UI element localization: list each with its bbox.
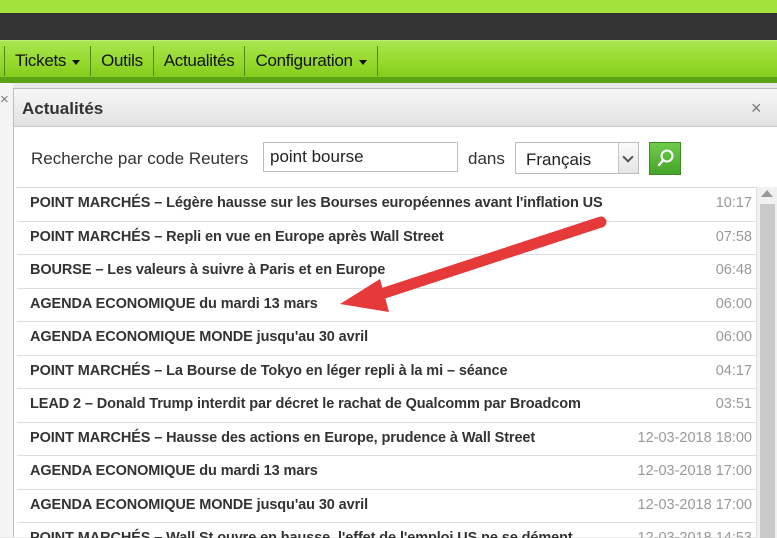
- news-title[interactable]: BOURSE – Les valeurs à suivre à Paris et…: [30, 262, 385, 278]
- news-time: 07:58: [715, 228, 752, 245]
- language-select[interactable]: Français: [515, 142, 639, 174]
- news-time: 10:17: [715, 195, 752, 211]
- news-row[interactable]: POINT MARCHÉS – Repli en vue en Europe a…: [17, 222, 756, 255]
- news-row[interactable]: POINT MARCHÉS – Hausse des actions en Eu…: [17, 423, 756, 456]
- top-accent-bar: [0, 0, 777, 13]
- news-time: 03:51: [715, 396, 752, 412]
- menu-item-label: Tickets: [15, 51, 67, 70]
- news-row[interactable]: POINT MARCHÉS – Wall St ouvre en hausse,…: [17, 523, 756, 538]
- menu-item-label: Actualités: [163, 51, 235, 70]
- menu-item-configuration[interactable]: Configuration: [245, 46, 378, 76]
- dans-label: dans: [468, 149, 505, 168]
- news-title[interactable]: POINT MARCHÉS – La Bourse de Tokyo en lé…: [30, 363, 508, 379]
- search-input[interactable]: [263, 142, 458, 172]
- menu-item-actualites[interactable]: Actualités: [154, 46, 246, 76]
- news-title[interactable]: AGENDA ECONOMIQUE MONDE jusqu'au 30 avri…: [30, 329, 368, 345]
- language-select-value: Français: [526, 150, 592, 169]
- chevron-down-icon[interactable]: [618, 143, 638, 173]
- news-row[interactable]: AGENDA ECONOMIQUE du mardi 13 mars 12-03-…: [17, 456, 756, 490]
- news-title[interactable]: AGENDA ECONOMIQUE du mardi 13 mars: [30, 463, 318, 479]
- news-row[interactable]: AGENDA ECONOMIQUE du mardi 13 mars 06:00: [17, 289, 756, 322]
- news-time: 06:48: [715, 262, 752, 278]
- panel-header: Actualités ×: [14, 89, 777, 127]
- main-menu: Tickets Outils Actualités Configuration: [4, 46, 378, 76]
- menu-item-label: Configuration: [255, 51, 353, 70]
- news-row[interactable]: AGENDA ECONOMIQUE MONDE jusqu'au 30 avri…: [17, 490, 756, 523]
- news-time: 12-03-2018 17:00: [637, 496, 753, 513]
- panel-title: Actualités: [22, 99, 104, 118]
- left-close-icon[interactable]: ×: [0, 91, 9, 108]
- news-list: POINT MARCHÉS – Légère hausse sur les Bo…: [17, 187, 756, 538]
- news-time: 12-03-2018 18:00: [637, 429, 753, 446]
- scrollbar[interactable]: [756, 187, 777, 538]
- news-title[interactable]: POINT MARCHÉS – Légère hausse sur les Bo…: [30, 195, 603, 211]
- search-label: Recherche par code Reuters: [31, 149, 249, 168]
- news-time: 06:00: [715, 295, 752, 312]
- news-title[interactable]: AGENDA ECONOMIQUE MONDE jusqu'au 30 avri…: [30, 497, 368, 513]
- news-title[interactable]: LEAD 2 – Donald Trump interdit par décre…: [30, 396, 581, 412]
- header-dark-bar: [0, 13, 777, 40]
- caret-down-icon: [72, 60, 81, 65]
- news-row[interactable]: LEAD 2 – Donald Trump interdit par décre…: [17, 389, 756, 423]
- news-time: 06:00: [715, 329, 752, 345]
- news-row[interactable]: POINT MARCHÉS – La Bourse de Tokyo en lé…: [17, 356, 756, 389]
- news-time: 12-03-2018 17:00: [637, 463, 753, 479]
- menu-bar-bottom-strip: [0, 77, 777, 83]
- scrollbar-thumb[interactable]: [760, 204, 775, 538]
- search-icon: [657, 149, 674, 167]
- news-row[interactable]: AGENDA ECONOMIQUE MONDE jusqu'au 30 avri…: [17, 322, 756, 356]
- search-button[interactable]: [649, 142, 681, 175]
- menu-item-outils[interactable]: Outils: [91, 46, 154, 76]
- menu-item-label: Outils: [101, 51, 143, 70]
- news-row[interactable]: BOURSE – Les valeurs à suivre à Paris et…: [17, 255, 756, 289]
- close-icon[interactable]: ×: [751, 98, 762, 119]
- news-panel: Actualités × Recherche par code Reuters …: [13, 88, 777, 538]
- left-panel-edge: [0, 83, 13, 537]
- news-title[interactable]: POINT MARCHÉS – Hausse des actions en Eu…: [30, 430, 535, 446]
- menu-item-tickets[interactable]: Tickets: [5, 46, 92, 76]
- scroll-up-arrow-icon[interactable]: [761, 190, 773, 197]
- caret-down-icon: [358, 60, 367, 65]
- news-title[interactable]: AGENDA ECONOMIQUE du mardi 13 mars: [30, 296, 318, 312]
- news-title[interactable]: POINT MARCHÉS – Repli en vue en Europe a…: [30, 229, 444, 245]
- news-time: 04:17: [715, 362, 752, 379]
- news-row[interactable]: POINT MARCHÉS – Légère hausse sur les Bo…: [17, 188, 756, 222]
